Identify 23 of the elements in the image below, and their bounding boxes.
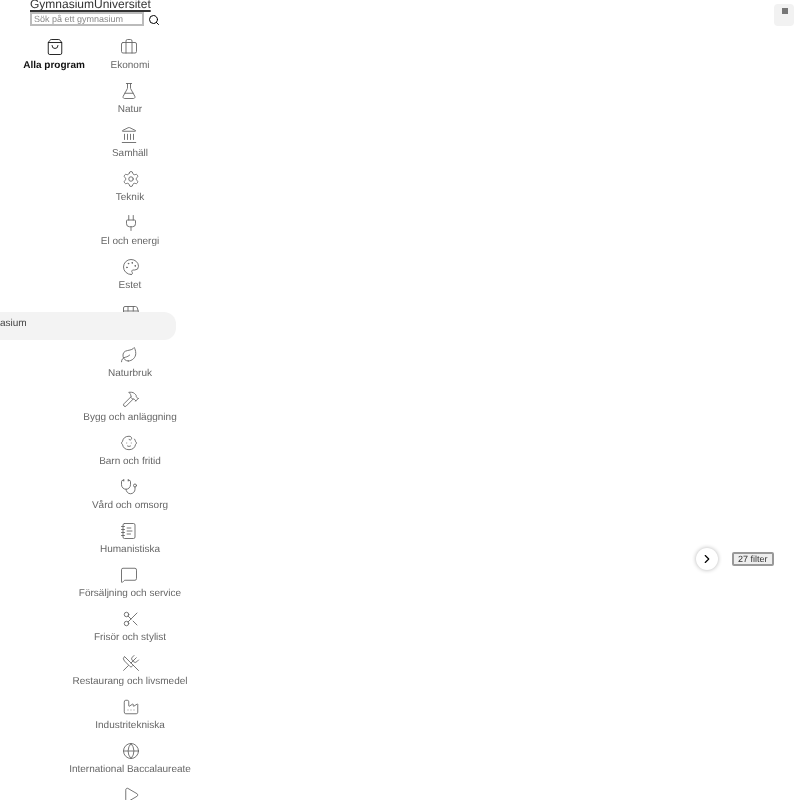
briefcase-icon [120, 38, 139, 56]
square-icon [781, 8, 787, 14]
hammer-icon [121, 390, 139, 408]
play-icon [121, 786, 139, 800]
notebook-icon [120, 522, 139, 540]
building-icon [120, 126, 139, 144]
menu-button[interactable] [774, 4, 794, 26]
scissors-icon [121, 610, 139, 628]
flask-icon [120, 82, 139, 100]
child-icon [120, 434, 139, 452]
next-button[interactable] [696, 548, 718, 570]
plug-icon [121, 214, 139, 232]
gear-icon [121, 170, 139, 188]
chat-icon [120, 566, 139, 584]
bag-icon [45, 38, 63, 56]
chevron-right-icon [700, 552, 714, 566]
utensils-icon [121, 654, 139, 672]
globe-icon [121, 742, 139, 760]
search-icon[interactable] [148, 13, 160, 25]
palette-icon [121, 258, 139, 276]
stethoscope-icon [120, 478, 139, 496]
leaf-icon [120, 346, 139, 364]
factory-icon [121, 698, 139, 716]
